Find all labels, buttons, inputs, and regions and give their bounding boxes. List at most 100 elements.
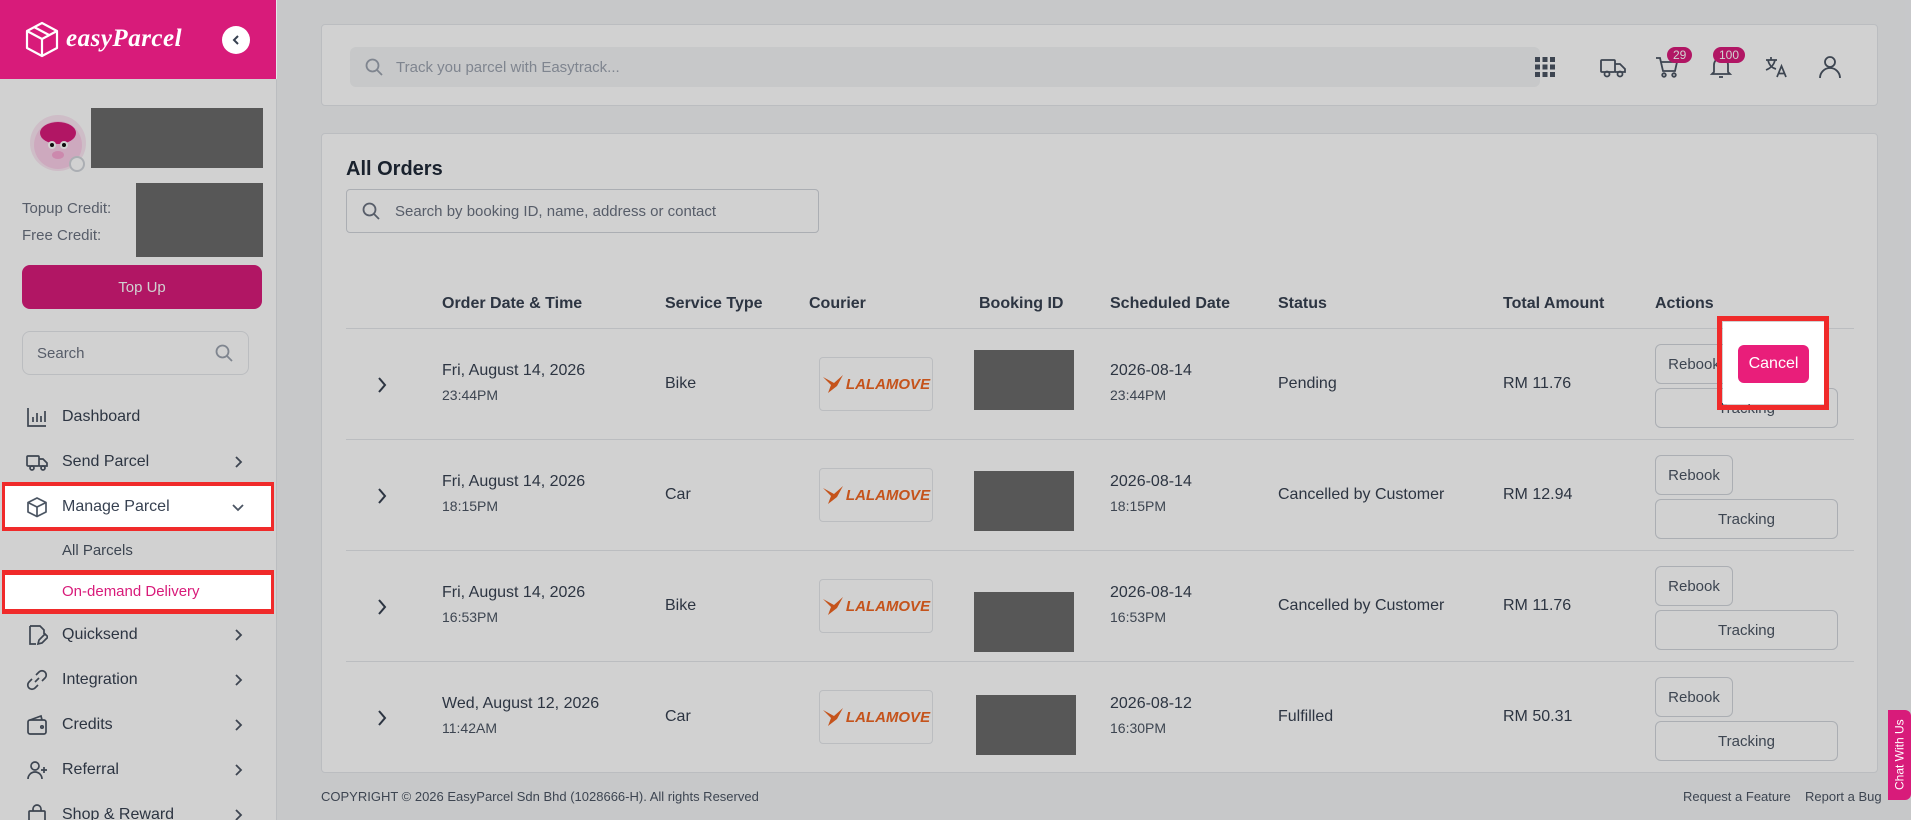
scheduled-time: 23:44PM bbox=[1110, 387, 1167, 403]
notification-count-badge: 100 bbox=[1713, 47, 1746, 63]
sidebar-item-integration[interactable]: Integration bbox=[0, 663, 277, 697]
redacted-booking-id bbox=[974, 471, 1074, 531]
tracking-button[interactable]: Tracking bbox=[1655, 721, 1838, 761]
service-type: Bike bbox=[665, 597, 697, 614]
lalamove-bird-icon bbox=[822, 708, 843, 726]
highlighted-manage-parcel[interactable]: Manage Parcel bbox=[26, 496, 170, 518]
redacted-booking-id bbox=[976, 695, 1076, 755]
total-amount: RM 11.76 bbox=[1503, 597, 1572, 614]
sidebar-item-dashboard[interactable]: Dashboard bbox=[0, 400, 277, 434]
divider bbox=[346, 328, 1854, 329]
chart-icon bbox=[26, 406, 48, 428]
divider bbox=[346, 661, 1854, 662]
rebook-button[interactable]: Rebook bbox=[1655, 455, 1733, 495]
search-icon bbox=[215, 344, 233, 362]
order-search-input[interactable]: Search by booking ID, name, address or c… bbox=[346, 189, 819, 233]
column-header-scheduled-date[interactable]: Scheduled Date bbox=[1110, 295, 1230, 313]
brand-name: easyParcel bbox=[66, 25, 183, 52]
redacted-booking-id bbox=[974, 350, 1074, 410]
column-header-order-date[interactable]: Order Date & Time bbox=[442, 295, 582, 313]
chevron-right-icon bbox=[231, 763, 245, 777]
user-icon bbox=[1819, 56, 1841, 79]
scheduled-time: 18:15PM bbox=[1110, 498, 1167, 514]
lalamove-bird-icon bbox=[822, 375, 843, 393]
order-date: Fri, August 14, 2026 bbox=[442, 473, 586, 490]
sidebar-search-input[interactable]: Search bbox=[22, 331, 249, 375]
chevron-right-icon bbox=[231, 455, 245, 469]
courier-name: LALAMOVE bbox=[845, 597, 931, 615]
cart-count-badge: 29 bbox=[1667, 47, 1693, 63]
chevron-right-icon bbox=[231, 628, 245, 642]
status: Fulfilled bbox=[1278, 708, 1334, 725]
top-bar: Track you parcel with Easytrack... 29 10… bbox=[321, 24, 1878, 106]
total-amount: RM 12.94 bbox=[1503, 486, 1573, 503]
easytrack-search-input[interactable]: Track you parcel with Easytrack... bbox=[350, 47, 1540, 87]
cube-logo-icon bbox=[25, 21, 59, 58]
sidebar-item-label: Integration bbox=[62, 671, 138, 688]
sidebar-item-shop-reward[interactable]: Shop & Reward bbox=[0, 798, 277, 820]
notification-button[interactable]: 100 bbox=[1707, 47, 1746, 81]
cancel-button[interactable]: Cancel bbox=[1738, 345, 1809, 383]
expand-row-button[interactable] bbox=[375, 597, 389, 617]
scheduled-date: 2026-08-14 bbox=[1110, 473, 1192, 490]
status: Cancelled by Customer bbox=[1278, 486, 1445, 503]
highlighted-on-demand-delivery[interactable]: On-demand Delivery bbox=[62, 583, 200, 600]
sidebar-item-label: Credits bbox=[62, 716, 113, 733]
scheduled-date: 2026-08-12 bbox=[1110, 695, 1192, 712]
chevron-right-icon bbox=[231, 718, 245, 732]
cart-button[interactable]: 29 bbox=[1653, 47, 1693, 81]
column-header-total-amount[interactable]: Total Amount bbox=[1503, 295, 1604, 313]
courier-name: LALAMOVE bbox=[845, 375, 931, 393]
apps-grid-button[interactable] bbox=[1531, 53, 1559, 81]
search-icon bbox=[362, 202, 380, 220]
request-feature-link[interactable]: Request a Feature bbox=[1683, 789, 1791, 804]
lalamove-bird-icon bbox=[822, 486, 843, 504]
topup-credit-label: Topup Credit: bbox=[22, 200, 112, 217]
tracking-button[interactable]: Tracking bbox=[1655, 610, 1838, 650]
edit-icon bbox=[26, 624, 48, 646]
chevron-right-icon bbox=[231, 673, 245, 687]
sidebar-search-placeholder: Search bbox=[37, 344, 85, 362]
column-header-status[interactable]: Status bbox=[1278, 295, 1327, 313]
expand-row-button[interactable] bbox=[375, 708, 389, 728]
delivery-button[interactable] bbox=[1599, 53, 1627, 81]
rebook-button[interactable]: Rebook bbox=[1655, 677, 1733, 717]
wallet-icon bbox=[26, 714, 48, 736]
sidebar-item-credits[interactable]: Credits bbox=[0, 708, 277, 742]
column-header-service-type[interactable]: Service Type bbox=[665, 295, 763, 313]
courier-logo: LALAMOVE bbox=[819, 579, 933, 633]
order-time: 23:44PM bbox=[442, 387, 499, 403]
order-date: Fri, August 14, 2026 bbox=[442, 584, 586, 601]
expand-row-button[interactable] bbox=[375, 486, 389, 506]
column-header-booking-id[interactable]: Booking ID bbox=[979, 295, 1063, 313]
column-header-courier[interactable]: Courier bbox=[809, 295, 866, 313]
sidebar-item-send-parcel[interactable]: Send Parcel bbox=[0, 445, 277, 479]
status: Cancelled by Customer bbox=[1278, 597, 1445, 614]
easytrack-placeholder: Track you parcel with Easytrack... bbox=[396, 58, 620, 76]
courier-name: LALAMOVE bbox=[845, 486, 931, 504]
redacted-username bbox=[91, 108, 263, 168]
brand-header: easyParcel bbox=[0, 0, 276, 79]
profile-button[interactable] bbox=[1816, 53, 1844, 81]
chat-with-us-tab[interactable]: Chat With Us bbox=[1888, 710, 1911, 800]
expand-row-button[interactable] bbox=[375, 375, 389, 395]
top-up-button[interactable]: Top Up bbox=[22, 265, 262, 309]
rebook-button[interactable]: Rebook bbox=[1655, 566, 1733, 606]
report-bug-link[interactable]: Report a Bug bbox=[1805, 789, 1882, 804]
collapse-sidebar-button[interactable] bbox=[222, 26, 250, 54]
order-search-placeholder: Search by booking ID, name, address or c… bbox=[395, 202, 717, 220]
sidebar-item-referral[interactable]: Referral bbox=[0, 753, 277, 787]
language-button[interactable] bbox=[1762, 53, 1790, 81]
translate-icon bbox=[1765, 57, 1787, 78]
scheduled-date: 2026-08-14 bbox=[1110, 362, 1192, 379]
order-time: 11:42AM bbox=[442, 720, 497, 736]
sidebar-item-quicksend[interactable]: Quicksend bbox=[0, 618, 277, 652]
chevron-right-icon bbox=[378, 710, 387, 726]
sidebar-subitem-all-parcels[interactable]: All Parcels bbox=[62, 542, 133, 559]
sidebar-item-label: Quicksend bbox=[62, 626, 138, 643]
divider bbox=[346, 550, 1854, 551]
order-time: 18:15PM bbox=[442, 498, 499, 514]
brand-logo[interactable]: easyParcel bbox=[24, 20, 182, 58]
tracking-button[interactable]: Tracking bbox=[1655, 499, 1838, 539]
service-type: Car bbox=[665, 486, 691, 503]
